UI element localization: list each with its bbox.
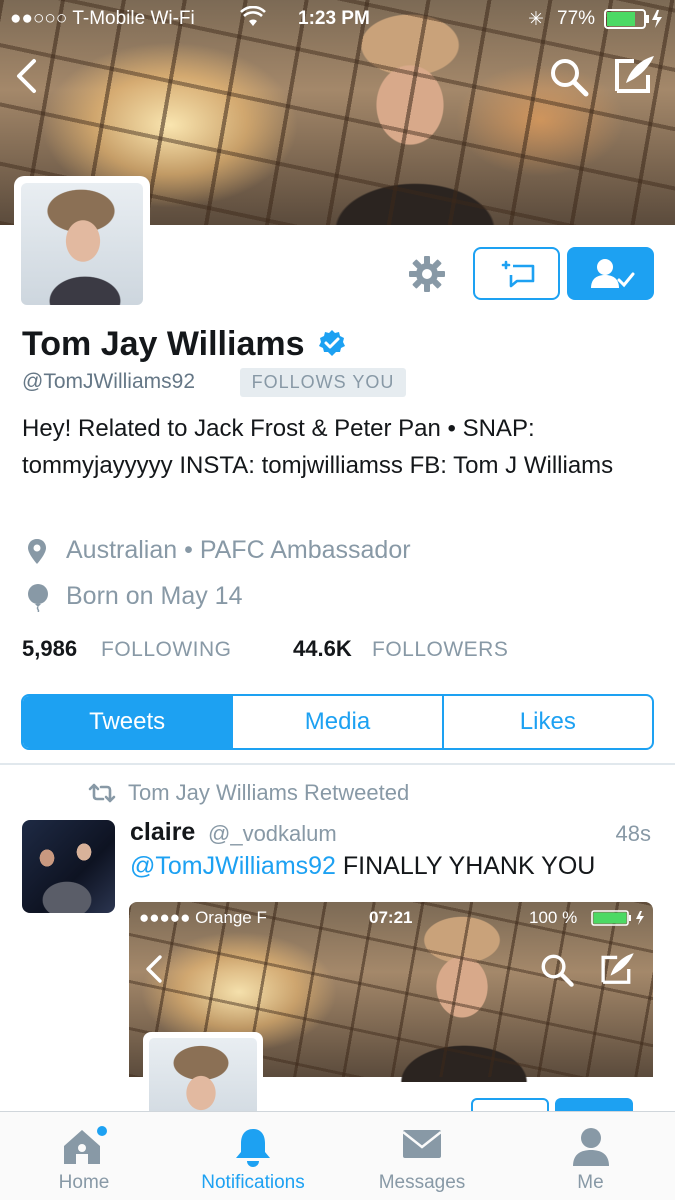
add-to-list-button[interactable] [473, 247, 560, 300]
profile-name-text: Tom Jay Williams [22, 325, 305, 363]
battery-icon [604, 9, 666, 35]
tweet-author-avatar[interactable] [22, 820, 115, 913]
profile-avatar[interactable] [14, 176, 150, 312]
home-icon [64, 1126, 107, 1164]
retweet-icon [88, 783, 116, 803]
following-label[interactable]: FOLLOWING [101, 638, 232, 662]
tweet-timestamp: 48s [615, 821, 651, 846]
battery-percent: 77% [557, 8, 596, 29]
follows-you-badge: FOLLOWS YOU [240, 368, 406, 397]
bottom-tab-bar: Home Notifications Messages Me [0, 1111, 675, 1200]
profile-handle: @TomJWilliams92 [22, 370, 196, 393]
retweet-context-text: Tom Jay Williams Retweeted [128, 780, 410, 805]
nav-messages-label: Messages [378, 1172, 466, 1193]
tab-media[interactable]: Media [233, 696, 444, 748]
tweet-media-image[interactable]: ●●●●● Orange F 07:21 100 % [129, 902, 653, 1112]
media-carrier: ●●●●● Orange F [139, 908, 267, 927]
retweet-context: Tom Jay Williams Retweeted [88, 780, 409, 806]
list-add-icon [501, 260, 535, 288]
nav-home-label: Home [58, 1172, 110, 1193]
media-status-bar: ●●●●● Orange F 07:21 100 % [129, 902, 653, 932]
verified-badge-icon [318, 330, 345, 356]
status-bar: ●●○○○ T-Mobile Wi-Fi 1:23 PM ✳ 77% [0, 0, 675, 38]
media-compose-icon [599, 950, 637, 993]
followers-label[interactable]: FOLLOWERS [372, 638, 508, 662]
profile-bio: Hey! Related to Jack Frost & Peter Pan •… [22, 415, 614, 479]
section-divider [0, 763, 675, 765]
media-battery-percent: 100 % [529, 908, 578, 927]
profile-tabs: Tweets Media Likes [21, 694, 654, 750]
location-pin-icon [27, 538, 47, 571]
envelope-icon [402, 1130, 442, 1158]
media-avatar [143, 1032, 263, 1112]
profile-screen: ●●○○○ T-Mobile Wi-Fi 1:23 PM ✳ 77% Tom J… [0, 0, 675, 1200]
back-icon[interactable] [12, 58, 42, 99]
nav-notifications-label: Notifications [201, 1172, 305, 1193]
nav-me[interactable]: Me [506, 1112, 675, 1200]
wifi-icon [240, 5, 266, 34]
tweet-mention-link[interactable]: @TomJWilliams92 [130, 852, 336, 880]
tweet-body: FINALLY YHANK YOU [335, 852, 596, 880]
nav-notifications[interactable]: Notifications [168, 1112, 338, 1200]
person-icon [572, 1128, 609, 1166]
media-following-button [555, 1098, 633, 1112]
tweet-text: @TomJWilliams92 FINALLY YHANK YOU [130, 852, 595, 881]
media-back-icon [143, 954, 165, 989]
bell-icon [236, 1129, 270, 1167]
gear-icon[interactable] [408, 255, 446, 298]
clock: 1:23 PM [298, 8, 370, 29]
tab-tweets[interactable]: Tweets [23, 696, 234, 748]
following-button[interactable] [567, 247, 654, 300]
profile-birthday: Born on May 14 [66, 582, 243, 610]
balloon-icon [27, 584, 49, 617]
carrier-label: ●●○○○ T-Mobile Wi-Fi [10, 8, 195, 29]
media-battery-icon [591, 910, 649, 931]
following-person-icon [591, 259, 635, 288]
tweet-author-name[interactable]: claire [130, 818, 195, 847]
nav-home[interactable]: Home [0, 1112, 168, 1200]
media-list-button [471, 1098, 549, 1112]
profile-location: Australian • PAFC Ambassador [66, 536, 411, 564]
activity-icon: ✳ [528, 9, 544, 30]
media-clock: 07:21 [369, 908, 413, 927]
following-count[interactable]: 5,986 [22, 636, 77, 662]
compose-tweet-icon[interactable] [612, 53, 658, 102]
profile-name: Tom Jay Williams [22, 325, 346, 364]
media-search-icon [539, 952, 575, 993]
tweet-author-handle[interactable]: @_vodkalum [208, 821, 337, 847]
nav-messages[interactable]: Messages [338, 1112, 506, 1200]
search-icon[interactable] [548, 56, 590, 103]
nav-me-label: Me [577, 1172, 604, 1193]
followers-count[interactable]: 44.6K [293, 636, 352, 662]
tab-likes[interactable]: Likes [444, 696, 652, 748]
